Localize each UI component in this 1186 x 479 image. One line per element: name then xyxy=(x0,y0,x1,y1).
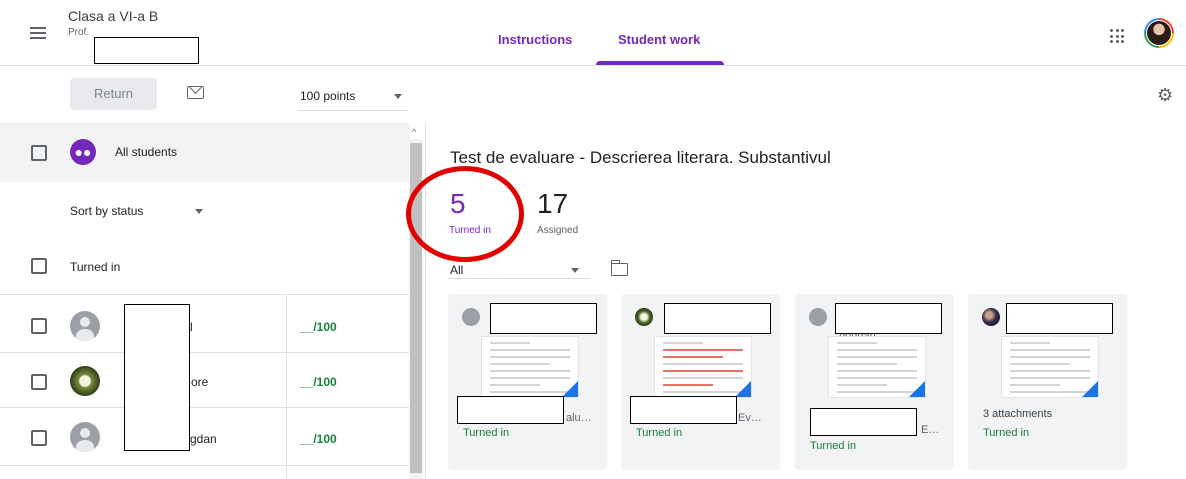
status-label: Turned in xyxy=(636,427,683,439)
redaction-box xyxy=(490,303,597,334)
student-name-end[interactable]: ore xyxy=(191,375,208,389)
filter-underline xyxy=(448,278,590,279)
divider xyxy=(0,352,410,353)
menu-icon[interactable] xyxy=(30,27,46,39)
group-icon: ●● xyxy=(70,139,96,165)
file-label: Ev… xyxy=(738,412,762,424)
filter-select[interactable]: All xyxy=(450,263,463,277)
folder-icon[interactable] xyxy=(610,260,628,276)
redaction-box xyxy=(664,303,771,334)
student-name-end[interactable]: gdan xyxy=(190,432,217,446)
chevron-down-icon[interactable] xyxy=(195,209,203,214)
grade-input[interactable]: __/100 xyxy=(300,320,337,334)
redaction-box xyxy=(835,303,942,334)
divider xyxy=(0,407,410,408)
redaction-box xyxy=(1006,303,1113,334)
divider xyxy=(0,294,410,295)
avatar xyxy=(982,308,1000,326)
document-thumbnail[interactable] xyxy=(828,336,926,398)
file-label: 3 attachments xyxy=(983,408,1053,420)
all-students-label: All students xyxy=(115,145,178,159)
redaction-box xyxy=(124,304,190,451)
divider xyxy=(0,465,410,466)
student-name-end[interactable]: l xyxy=(190,320,193,334)
document-thumbnail[interactable] xyxy=(1001,336,1099,398)
apps-icon[interactable] xyxy=(1110,29,1124,43)
document-thumbnail[interactable] xyxy=(654,336,752,398)
top-app-bar: Clasa a VI-a B Prof. Instructions Studen… xyxy=(0,0,1186,66)
tab-instructions[interactable]: Instructions xyxy=(498,32,572,47)
teacher-label: Prof. xyxy=(68,27,90,38)
column-divider xyxy=(286,295,287,479)
chevron-down-icon[interactable] xyxy=(571,268,579,273)
student-checkbox[interactable] xyxy=(31,430,47,446)
grade-input[interactable]: __/100 xyxy=(300,432,337,446)
redaction-box xyxy=(94,37,199,64)
group-checkbox[interactable] xyxy=(31,258,47,274)
avatar xyxy=(70,422,100,452)
assigned-count[interactable]: 17 xyxy=(537,188,568,220)
student-list-panel: ●● All students Sort by status Turned in… xyxy=(0,123,425,479)
return-button[interactable]: Return xyxy=(70,78,157,110)
assigned-label[interactable]: Assigned xyxy=(537,225,578,236)
grade-input[interactable]: __/100 xyxy=(300,375,337,389)
file-label: alu… xyxy=(566,412,592,424)
status-label: Turned in xyxy=(810,440,857,452)
redaction-box xyxy=(810,408,917,436)
doc-corner-icon xyxy=(909,381,925,397)
avatar xyxy=(635,308,653,326)
avatar xyxy=(70,366,100,396)
file-label: E… xyxy=(921,424,940,436)
account-avatar[interactable] xyxy=(1144,18,1174,48)
assignment-title: Test de evaluare - Descrierea literara. … xyxy=(450,148,831,167)
avatar xyxy=(462,308,480,326)
highlight-circle xyxy=(406,166,524,262)
gear-icon[interactable]: ⚙ xyxy=(1157,86,1175,104)
points-underline xyxy=(298,110,408,111)
sort-select[interactable]: Sort by status xyxy=(70,204,143,218)
points-select[interactable]: 100 points xyxy=(300,89,355,103)
document-thumbnail[interactable] xyxy=(481,336,579,398)
avatar xyxy=(70,311,100,341)
mail-icon[interactable] xyxy=(187,86,204,99)
doc-corner-icon xyxy=(735,381,751,397)
select-all-checkbox[interactable] xyxy=(31,145,47,161)
doc-corner-icon xyxy=(1082,381,1098,397)
avatar xyxy=(809,308,827,326)
status-label: Turned in xyxy=(463,427,510,439)
class-name[interactable]: Clasa a VI-a B xyxy=(68,8,158,24)
chevron-down-icon[interactable] xyxy=(394,94,402,99)
doc-corner-icon xyxy=(562,381,578,397)
scroll-up-arrow[interactable]: ^ xyxy=(412,127,416,137)
tab-student-work[interactable]: Student work xyxy=(618,32,700,47)
redaction-box xyxy=(457,396,564,424)
status-label: Turned in xyxy=(983,427,1030,439)
group-label-turned-in: Turned in xyxy=(70,260,121,274)
student-checkbox[interactable] xyxy=(31,374,47,390)
student-checkbox[interactable] xyxy=(31,318,47,334)
redaction-box xyxy=(630,396,737,424)
active-tab-indicator xyxy=(596,61,724,65)
all-students-row[interactable]: ●● All students xyxy=(0,123,410,182)
